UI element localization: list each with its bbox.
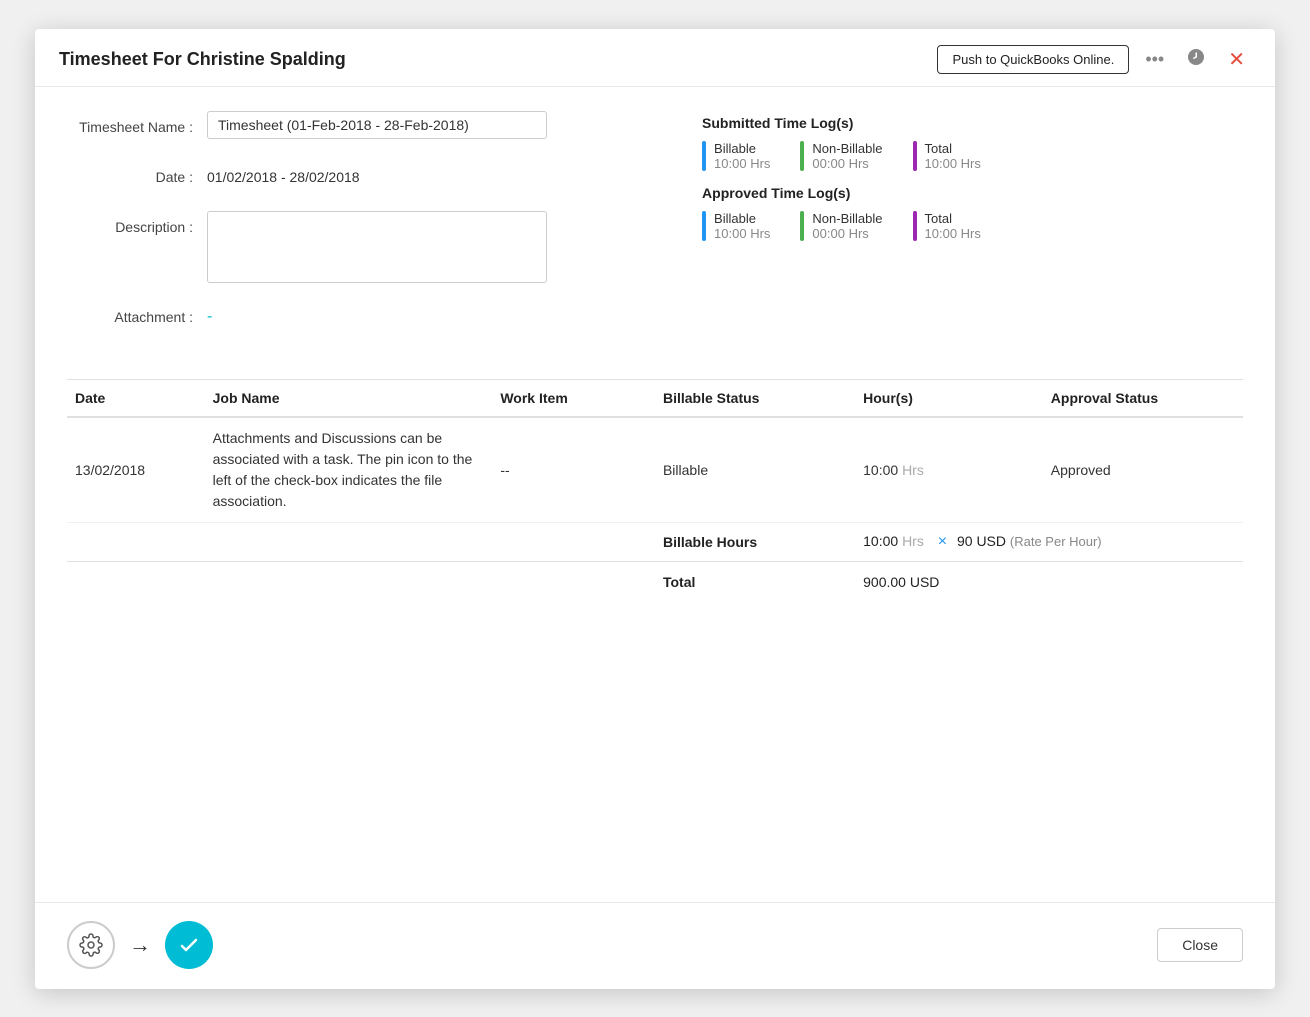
billable-bar	[702, 141, 706, 171]
non-billable-bar	[800, 141, 804, 171]
approved-total-label: Total	[925, 211, 981, 226]
total-value: 900.00 USD	[863, 574, 939, 590]
description-row: Description :	[67, 211, 662, 283]
approved-billable-bar	[702, 211, 706, 241]
submitted-non-billable-label: Non-Billable	[812, 141, 882, 156]
rate-label: (Rate Per Hour)	[1010, 534, 1102, 549]
table-section: Date Job Name Work Item Billable Status …	[67, 379, 1243, 600]
close-header-button[interactable]: ✕	[1222, 45, 1251, 74]
row-date: 13/02/2018	[67, 417, 205, 523]
billable-hours-label: Billable Hours	[655, 522, 855, 561]
submitted-total-value: 10:00 Hrs	[925, 156, 981, 171]
approved-total-value: 10:00 Hrs	[925, 226, 981, 241]
close-button[interactable]: Close	[1157, 928, 1243, 962]
rate-unit: USD	[976, 533, 1006, 549]
ellipsis-icon: •••	[1145, 49, 1164, 69]
attachment-label: Attachment :	[67, 301, 207, 333]
row-billable-status: Billable	[655, 417, 855, 523]
gear-icon	[79, 933, 103, 957]
total-row: Total 900.00 USD	[67, 561, 1243, 600]
modal-footer: → Close	[35, 902, 1275, 989]
table-body: 13/02/2018 Attachments and Discussions c…	[67, 417, 1243, 600]
workflow-icon[interactable]	[67, 921, 115, 969]
timesheet-modal: Timesheet For Christine Spalding Push to…	[35, 29, 1275, 989]
table-row: 13/02/2018 Attachments and Discussions c…	[67, 417, 1243, 523]
description-input[interactable]	[207, 211, 547, 283]
date-label: Date :	[67, 161, 207, 193]
close-icon: ✕	[1228, 49, 1245, 71]
approved-billable-label: Billable	[714, 211, 770, 226]
header-actions: Push to QuickBooks Online. ••• ✕	[937, 45, 1251, 74]
row-hours: 10:00 Hrs	[855, 417, 1043, 523]
submitted-non-billable-value: 00:00 Hrs	[812, 156, 882, 171]
submitted-total-label: Total	[925, 141, 981, 156]
row-work-item: --	[492, 417, 655, 523]
col-work-item: Work Item	[492, 380, 655, 417]
col-billable-status: Billable Status	[655, 380, 855, 417]
submitted-stats-row: Billable 10:00 Hrs Non-Billable 00:00 Hr…	[702, 141, 1243, 171]
approved-stats-row: Billable 10:00 Hrs Non-Billable 00:00 Hr…	[702, 211, 1243, 241]
date-row: Date : 01/02/2018 - 28/02/2018	[67, 161, 662, 193]
description-label: Description :	[67, 211, 207, 243]
total-bar	[913, 141, 917, 171]
row-approval-status: Approved	[1043, 417, 1243, 523]
hours-unit: Hrs	[902, 462, 924, 478]
approved-billable-value: 10:00 Hrs	[714, 226, 770, 241]
approved-non-billable-bar	[800, 211, 804, 241]
billable-hours-label-text: Billable Hours	[663, 534, 757, 550]
footer-left: →	[67, 921, 213, 969]
date-value: 01/02/2018 - 28/02/2018	[207, 161, 360, 193]
rate-value: 90	[957, 533, 973, 549]
approved-billable-item: Billable 10:00 Hrs	[702, 211, 770, 241]
checkmark-svg	[177, 933, 201, 957]
history-icon	[1186, 51, 1206, 71]
arrow-icon: →	[129, 932, 151, 958]
attachment-value[interactable]: -	[207, 301, 212, 333]
submitted-billable-label: Billable	[714, 141, 770, 156]
total-value-cell: 900.00 USD	[855, 561, 1243, 600]
approved-non-billable-value: 00:00 Hrs	[812, 226, 882, 241]
approved-non-billable-label: Non-Billable	[812, 211, 882, 226]
total-label: Total	[655, 561, 855, 600]
submitted-logs-title: Submitted Time Log(s)	[702, 115, 1243, 131]
timesheet-name-label: Timesheet Name :	[67, 111, 207, 143]
approved-total-bar	[913, 211, 917, 241]
check-icon[interactable]	[165, 921, 213, 969]
submitted-billable-value: 10:00 Hrs	[714, 156, 770, 171]
billable-hours-calc: 10:00 Hrs × 90 USD (Rate Per Hour)	[855, 522, 1243, 561]
billable-hours-value: 10:00	[863, 533, 898, 549]
hours-value: 10:00	[863, 462, 898, 478]
multiply-icon: ×	[938, 533, 947, 550]
modal-header: Timesheet For Christine Spalding Push to…	[35, 29, 1275, 87]
approved-logs-title: Approved Time Log(s)	[702, 185, 1243, 201]
row-job-name: Attachments and Discussions can be assoc…	[205, 417, 493, 523]
submitted-billable-item: Billable 10:00 Hrs	[702, 141, 770, 171]
col-date: Date	[67, 380, 205, 417]
timesheet-name-row: Timesheet Name :	[67, 111, 662, 143]
more-options-button[interactable]: •••	[1139, 47, 1170, 72]
attachment-row: Attachment : -	[67, 301, 662, 333]
timesheet-name-input[interactable]	[207, 111, 547, 139]
table-header: Date Job Name Work Item Billable Status …	[67, 380, 1243, 417]
approved-total-item: Total 10:00 Hrs	[913, 211, 981, 241]
approved-non-billable-item: Non-Billable 00:00 Hrs	[800, 211, 882, 241]
total-label-text: Total	[663, 574, 695, 590]
col-job-name: Job Name	[205, 380, 493, 417]
top-section: Timesheet Name : Date : 01/02/2018 - 28/…	[67, 111, 1243, 351]
quickbooks-button[interactable]: Push to QuickBooks Online.	[937, 45, 1129, 74]
col-hours: Hour(s)	[855, 380, 1043, 417]
stats-section: Submitted Time Log(s) Billable 10:00 Hrs…	[702, 111, 1243, 351]
modal-body: Timesheet Name : Date : 01/02/2018 - 28/…	[35, 87, 1275, 886]
timesheet-table: Date Job Name Work Item Billable Status …	[67, 380, 1243, 600]
history-button[interactable]	[1180, 45, 1212, 74]
submitted-non-billable-item: Non-Billable 00:00 Hrs	[800, 141, 882, 171]
submitted-total-item: Total 10:00 Hrs	[913, 141, 981, 171]
summary-billable-row: Billable Hours 10:00 Hrs × 90 USD (Rate …	[67, 522, 1243, 561]
col-approval-status: Approval Status	[1043, 380, 1243, 417]
form-section: Timesheet Name : Date : 01/02/2018 - 28/…	[67, 111, 662, 351]
modal-title: Timesheet For Christine Spalding	[59, 49, 346, 70]
